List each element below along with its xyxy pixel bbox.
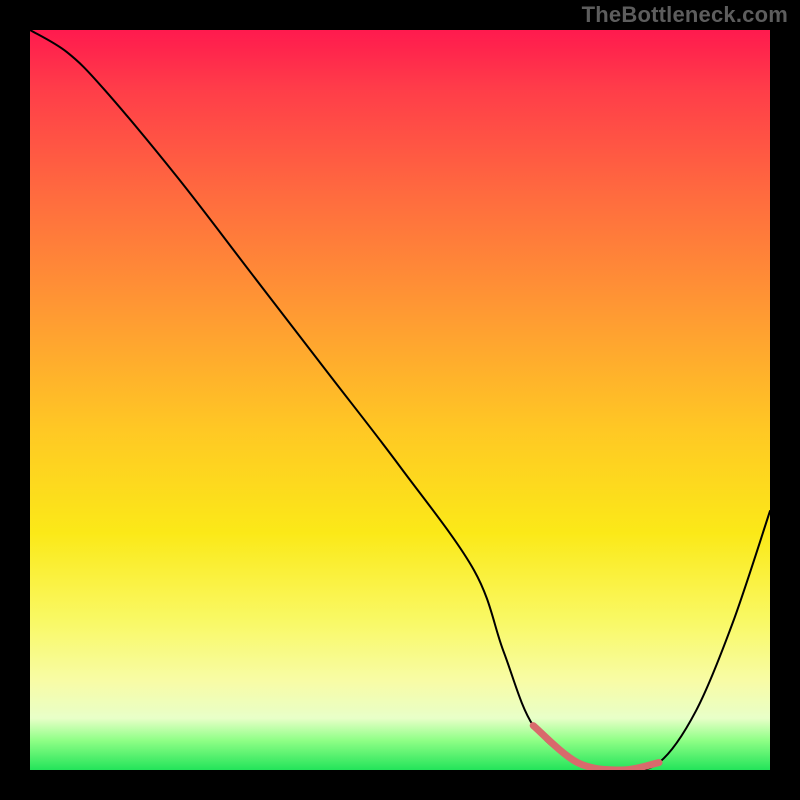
optimal-range-highlight xyxy=(533,726,659,770)
chart-frame: TheBottleneck.com xyxy=(0,0,800,800)
watermark-text: TheBottleneck.com xyxy=(582,2,788,28)
plot-area xyxy=(30,30,770,770)
curve-svg xyxy=(30,30,770,770)
bottleneck-curve xyxy=(30,30,770,770)
